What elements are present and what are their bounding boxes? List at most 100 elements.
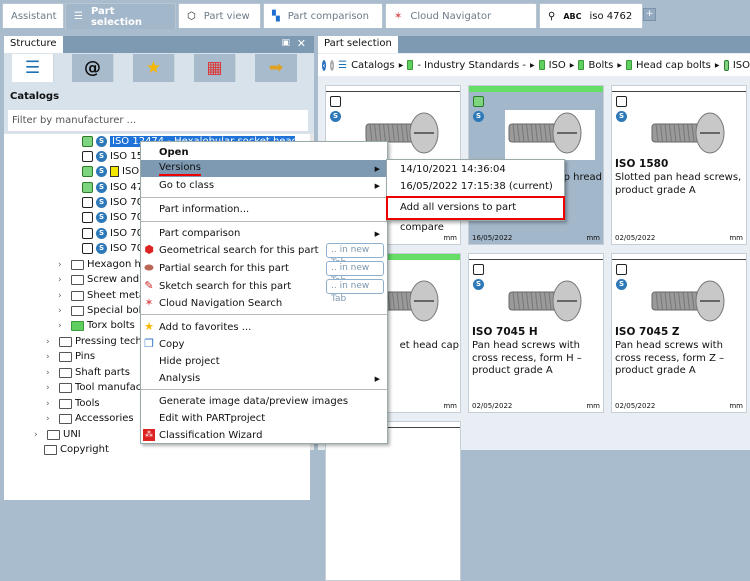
submenu-arrow-icon: ▶ xyxy=(374,164,380,173)
breadcrumb-item[interactable]: ISO xyxy=(549,60,566,71)
menu-item-geometrical-search[interactable]: ⬢ Geometrical search for this part .. in n… xyxy=(141,242,387,268)
s-badge-icon: S xyxy=(473,111,484,122)
folder-icon xyxy=(71,305,84,316)
version-item[interactable]: 14/10/2021 14:36:04 xyxy=(400,162,506,178)
tab-part-selection-panel[interactable]: Part selection xyxy=(318,36,398,53)
menu-item-partial-search[interactable]: ⬬ Partial search for this part .. in new T… xyxy=(141,260,387,286)
breadcrumb-item[interactable]: - Industry Standards - xyxy=(417,60,526,71)
tree-folder[interactable]: › Accessories xyxy=(46,411,134,426)
cube-icon xyxy=(82,197,93,208)
s-badge-icon: S xyxy=(96,166,107,177)
tree-folder[interactable]: › UNI xyxy=(34,427,81,442)
breadcrumb-item[interactable]: Bolts xyxy=(588,60,613,71)
catalogs-tool-button[interactable]: ☰ xyxy=(12,54,54,82)
chevron-right-icon[interactable]: › xyxy=(58,321,68,331)
tree-folder[interactable]: › Pins xyxy=(46,349,95,364)
tab-part-view[interactable]: ⬡ Part view xyxy=(178,3,261,28)
maximize-icon[interactable]: ▣ xyxy=(281,38,290,48)
menu-separator xyxy=(141,197,387,198)
folder-icon xyxy=(59,398,72,409)
menu-item-part-comparison[interactable]: Part comparison ▶ xyxy=(141,225,387,242)
back-icon[interactable]: ‹ xyxy=(322,59,327,71)
chevron-right-icon[interactable]: › xyxy=(46,352,56,362)
tree-folder[interactable]: › Shaft parts xyxy=(46,365,130,380)
menu-item-copy[interactable]: ❐ Copy xyxy=(141,336,387,353)
part-card[interactable]: S ISO 7045 H Pan head screws with cross re… xyxy=(468,253,604,413)
menu-item-go-to-class[interactable]: Go to class ▶ xyxy=(141,177,387,194)
tree-folder[interactable]: › Tools xyxy=(46,396,100,411)
folder-icon xyxy=(59,382,72,393)
breadcrumb-item[interactable]: ISO xyxy=(733,60,750,71)
tree-folder[interactable]: › Torx bolts xyxy=(58,318,135,333)
tree-folder[interactable]: › Tool manufactu xyxy=(46,380,152,395)
tab-part-selection[interactable]: ☰ Part selection xyxy=(65,3,176,29)
menu-item-sketch-search[interactable]: ✎ Sketch search for this part .. in new Ta… xyxy=(141,278,387,304)
folder-icon xyxy=(625,60,633,70)
part-selection-header: Part selection xyxy=(318,36,750,53)
chevron-right-icon[interactable]: › xyxy=(34,430,44,440)
menu-item-classification-wizard[interactable]: ⁂ Classification Wizard xyxy=(141,427,387,444)
chevron-right-icon[interactable]: › xyxy=(58,291,68,301)
chevron-right-icon[interactable]: › xyxy=(58,275,68,285)
tab-search[interactable]: ⚲ ABC iso 4762 xyxy=(539,3,643,28)
tab-structure[interactable]: Structure xyxy=(4,36,63,53)
filter-input[interactable]: Filter by manufacturer ... xyxy=(8,110,308,132)
version-item-current[interactable]: 16/05/2022 17:15:38 (current) xyxy=(400,179,553,195)
at-tool-button[interactable]: @ xyxy=(72,54,114,82)
tab-part-comparison[interactable]: ▚ Part comparison xyxy=(263,3,383,28)
chevron-right-icon[interactable]: › xyxy=(46,337,56,347)
structure-header: Structure ▣ ✕ xyxy=(4,36,314,53)
card-status-bar xyxy=(326,86,460,92)
forward-icon[interactable]: › xyxy=(330,59,335,71)
chevron-right-icon[interactable]: › xyxy=(46,399,56,409)
folder-icon xyxy=(71,274,84,285)
card-description: Slotted pan head screws, product grade A xyxy=(615,172,742,196)
submenu-arrow-icon: ▶ xyxy=(374,181,380,190)
add-tab-button[interactable]: + xyxy=(643,8,656,21)
tab-assistant[interactable]: Assistant xyxy=(2,3,64,28)
tree-item-label: Shaft parts xyxy=(75,367,130,378)
menu-item-add-to-favorites[interactable]: ★ Add to favorites ... xyxy=(141,319,387,336)
close-icon[interactable]: ✕ xyxy=(297,37,306,50)
menu-item-cloud-navigation[interactable]: ✶ Cloud Navigation Search xyxy=(141,295,387,312)
favorites-tool-button[interactable]: ★ xyxy=(133,54,175,82)
menu-item-part-information[interactable]: Part information... xyxy=(141,201,387,218)
card-status-bar xyxy=(612,86,746,92)
tree-item[interactable]: S ISO xyxy=(82,164,139,179)
tab-cloud-navigator[interactable]: ✶ Cloud Navigator xyxy=(385,3,537,28)
in-new-tab-button[interactable]: .. in new Tab xyxy=(326,261,384,286)
chevron-right-icon[interactable]: › xyxy=(46,414,56,424)
tree-item-label: Pins xyxy=(75,351,96,362)
menu-item-analysis[interactable]: Analysis ▶ xyxy=(141,370,387,387)
part-card[interactable]: S ISO 7045 Z Pan head screws with cross re… xyxy=(611,253,747,413)
breadcrumb-item[interactable]: Catalogs xyxy=(351,60,395,71)
menu-item-open[interactable]: Open xyxy=(141,144,387,161)
card-status-bar xyxy=(469,254,603,260)
in-new-tab-button[interactable]: .. in new Tab xyxy=(326,279,384,304)
add-all-versions-button[interactable]: Add all versions to part compare xyxy=(386,196,565,233)
chevron-right-icon[interactable]: › xyxy=(46,383,56,393)
abc-label: ABC xyxy=(563,11,582,21)
calendar-tool-button[interactable]: ▦ xyxy=(194,54,236,82)
chevron-right-icon[interactable]: › xyxy=(58,260,68,270)
export-tool-button[interactable]: ➡ xyxy=(255,54,297,82)
chevron-right-icon[interactable]: › xyxy=(58,306,68,316)
folder-icon xyxy=(71,259,84,270)
cube-icon xyxy=(82,151,93,162)
tab-label: Part view xyxy=(203,10,250,22)
compare-icon: ▚ xyxy=(272,10,280,22)
menu-item-versions[interactable]: Versions ▶ xyxy=(141,160,387,177)
s-badge-icon: S xyxy=(96,243,107,254)
part-card[interactable] xyxy=(325,421,461,581)
breadcrumb-item[interactable]: Head cap bolts xyxy=(636,60,711,71)
catalogs-heading: Catalogs xyxy=(10,91,60,102)
tree-item-label: UNI xyxy=(63,429,81,440)
menu-item-hide-project[interactable]: Hide project xyxy=(141,353,387,370)
folder-icon xyxy=(578,60,585,70)
part-card[interactable]: S ISO 1580 Slotted pan head screws, produc… xyxy=(611,85,747,245)
chevron-right-icon[interactable]: › xyxy=(46,368,56,378)
in-new-tab-button[interactable]: .. in new Tab xyxy=(326,243,384,268)
menu-item-edit-with-partproject[interactable]: Edit with PARTproject xyxy=(141,410,387,427)
tree-folder[interactable]: › Special bolts xyxy=(58,303,151,318)
menu-item-generate-image-data[interactable]: Generate image data/preview images xyxy=(141,393,387,410)
